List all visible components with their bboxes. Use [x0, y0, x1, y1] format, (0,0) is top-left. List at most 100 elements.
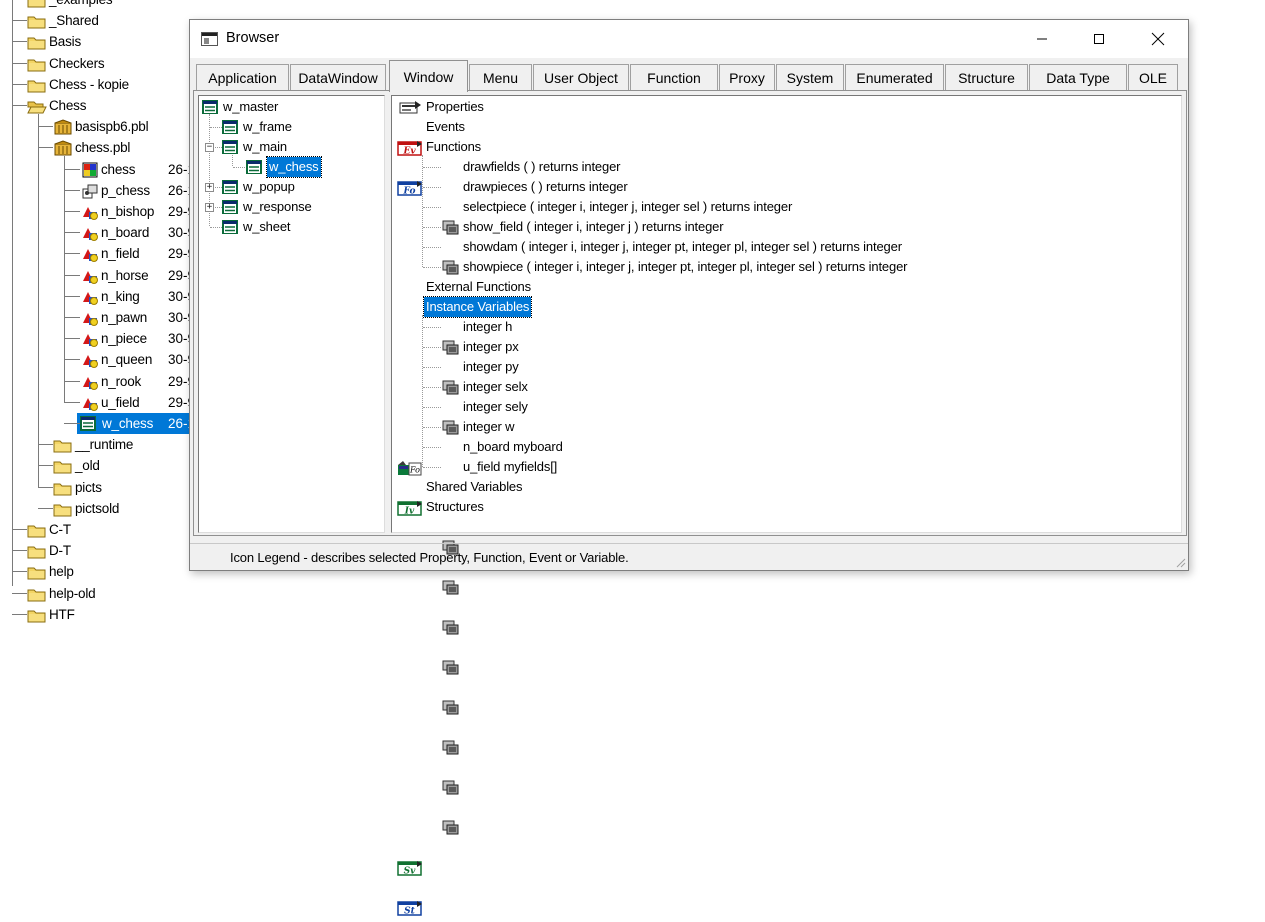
- variable-item[interactable]: n_board myboard: [392, 437, 1177, 795]
- resize-grip-icon[interactable]: [1175, 557, 1186, 568]
- tree-item[interactable]: basispb6.pbl: [0, 116, 190, 137]
- tree-item-label: Checkers: [49, 55, 105, 71]
- tree-item[interactable]: p_chess 26-1: [0, 180, 195, 201]
- details-pane[interactable]: Properties Ev Events Fo Functions drawfields …: [391, 95, 1182, 917]
- tree-item[interactable]: C-T: [0, 519, 190, 540]
- external-functions-category[interactable]: Fo External Functions: [392, 277, 1177, 476]
- tree-item[interactable]: Chess - kopie: [0, 74, 190, 95]
- tree-item[interactable]: HTF: [0, 604, 190, 625]
- tree-item[interactable]: n_bishop 29-9: [0, 201, 195, 222]
- close-button[interactable]: [1135, 20, 1181, 58]
- variable-item[interactable]: integer sely: [392, 397, 1177, 715]
- tree-item[interactable]: _old: [0, 455, 190, 476]
- tree-item[interactable]: chess.pbl: [0, 137, 190, 158]
- tree-item[interactable]: n_piece 30-9: [0, 328, 195, 349]
- tab-data-type[interactable]: Data Type: [1029, 64, 1127, 91]
- tab-datawindow[interactable]: DataWindow: [290, 64, 386, 91]
- tree-item[interactable]: w_chess 26-1: [0, 413, 195, 434]
- tree-item[interactable]: Basis: [0, 31, 190, 52]
- tree-item[interactable]: n_board 30-9: [0, 222, 195, 243]
- tree-item[interactable]: n_queen 30-9: [0, 349, 195, 370]
- tab-ole[interactable]: OLE: [1128, 64, 1178, 91]
- window-tree-item[interactable]: w_frame: [199, 117, 384, 137]
- tree-branch-line: [12, 62, 27, 64]
- function-item[interactable]: showpiece ( integer i, integer j, intege…: [392, 257, 1177, 435]
- instance-variables-category[interactable]: Iv Instance Variables: [392, 296, 1177, 517]
- functions-category-label: Functions: [426, 139, 482, 154]
- window-tree-label: w_frame: [243, 119, 292, 134]
- tree-branch-line: [423, 267, 441, 268]
- variable-item[interactable]: integer py: [392, 357, 1177, 635]
- window-tree-item[interactable]: w_master: [199, 97, 384, 117]
- window-tree-item[interactable]: + w_response: [199, 197, 384, 217]
- tab-system[interactable]: System: [776, 64, 844, 91]
- window-tree-item[interactable]: w_chess: [199, 156, 384, 178]
- function-item[interactable]: showdam ( integer i, integer j, integer …: [392, 237, 1177, 395]
- window-tree-pane[interactable]: w_master w_frame − w_main w_chess + w_popup + w_…: [198, 95, 385, 533]
- tree-item[interactable]: u_field 29-9: [0, 392, 195, 413]
- tab-proxy[interactable]: Proxy: [719, 64, 775, 91]
- variable-item[interactable]: integer w: [392, 417, 1177, 755]
- folder-icon: [27, 564, 47, 580]
- tree-item[interactable]: n_field 29-9: [0, 243, 195, 264]
- tab-menu[interactable]: Menu: [469, 64, 532, 91]
- minimize-button[interactable]: [1019, 20, 1065, 58]
- tab-user-object[interactable]: User Object: [533, 64, 629, 91]
- tree-branch-line: [64, 189, 80, 191]
- variable-item[interactable]: integer selx: [392, 377, 1177, 675]
- properties-category[interactable]: Properties: [392, 97, 1177, 117]
- shared-category-icon: Sv: [397, 860, 423, 877]
- function-item[interactable]: show_field ( integer i, integer j ) retu…: [392, 217, 1177, 355]
- tree-item-label: HTF: [49, 606, 75, 622]
- window-icon: [202, 100, 218, 115]
- tree-branch-line: [12, 41, 27, 43]
- function-item[interactable]: drawpieces ( ) returns integer: [392, 177, 1177, 275]
- tree-item[interactable]: picts: [0, 477, 190, 498]
- tree-item[interactable]: _examples: [0, 0, 190, 10]
- open-folder-icon: [27, 98, 47, 114]
- tree-item[interactable]: n_rook 29-9: [0, 371, 195, 392]
- window-tree-item[interactable]: + w_popup: [199, 177, 384, 197]
- expand-icon[interactable]: +: [205, 183, 214, 192]
- tree-item[interactable]: n_horse 29-9: [0, 265, 195, 286]
- tree-item[interactable]: __runtime: [0, 434, 190, 455]
- events-category[interactable]: Ev Events: [392, 117, 1177, 157]
- tree-connector-line: [422, 155, 423, 267]
- function-item[interactable]: drawfields ( ) returns integer: [392, 157, 1177, 235]
- tree-item[interactable]: n_king 30-9: [0, 286, 195, 307]
- shared-variables-category[interactable]: Sv Shared Variables: [392, 477, 1177, 877]
- variable-item[interactable]: integer px: [392, 337, 1177, 595]
- tree-item[interactable]: Checkers: [0, 53, 190, 74]
- tree-branch-line: [423, 427, 441, 428]
- maximize-button[interactable]: [1076, 20, 1122, 58]
- tree-item[interactable]: pictsold: [0, 498, 190, 519]
- functions-category[interactable]: Fo Functions: [392, 137, 1177, 197]
- tab-window[interactable]: Window: [389, 60, 468, 92]
- variable-item-icon: [442, 820, 460, 836]
- function-item[interactable]: selectpiece ( integer i, integer j, inte…: [392, 197, 1177, 315]
- variable-item[interactable]: integer h: [392, 317, 1177, 555]
- expand-icon[interactable]: +: [205, 203, 214, 212]
- structures-category[interactable]: St Structures: [392, 497, 1177, 917]
- tree-item[interactable]: chess 26-1: [0, 159, 195, 180]
- tree-item[interactable]: Chess: [0, 95, 190, 116]
- window-tree-item[interactable]: w_sheet: [199, 217, 384, 237]
- tab-structure[interactable]: Structure: [945, 64, 1028, 91]
- tree-item[interactable]: n_pawn 30-9: [0, 307, 195, 328]
- tree-item[interactable]: D-T: [0, 540, 190, 561]
- tree-item[interactable]: _Shared: [0, 10, 190, 31]
- tab-enumerated[interactable]: Enumerated: [845, 64, 944, 91]
- title-bar[interactable]: Browser: [190, 20, 1188, 58]
- folder-icon: [27, 522, 47, 538]
- tab-function[interactable]: Function: [630, 64, 718, 91]
- tree-item[interactable]: help-old: [0, 583, 190, 604]
- library-icon: [53, 119, 73, 135]
- status-bar: Icon Legend - describes selected Propert…: [190, 543, 1188, 570]
- window-tree-item[interactable]: − w_main: [199, 137, 384, 157]
- tab-application[interactable]: Application: [196, 64, 289, 91]
- function-item-label: show_field ( integer i, integer j ) retu…: [463, 219, 724, 234]
- variable-item[interactable]: u_field myfields[]: [392, 457, 1177, 835]
- tree-branch-line: [38, 507, 53, 509]
- tree-item[interactable]: help: [0, 561, 190, 582]
- collapse-icon[interactable]: −: [205, 143, 214, 152]
